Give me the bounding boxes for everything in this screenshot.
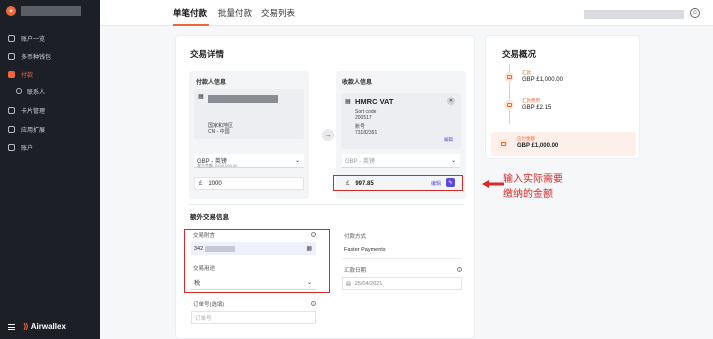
sent-label: 汇款 xyxy=(522,70,531,75)
payer-currency-select[interactable]: GBP - 英镑 我方余额: £100,000.00 ⌄ xyxy=(194,154,304,168)
tab-transaction-list[interactable]: 交易列表 xyxy=(261,7,295,19)
payment-method-value: Faster Payments xyxy=(344,247,386,253)
sidebar-item-label: 卡片管理 xyxy=(21,108,46,115)
main-area: 单笔付款 批量付款 交易列表 ☺ 交易详情 付款人信息 ▦ 国家和地区 CN -… xyxy=(100,0,713,339)
org-logo-icon: ✦ xyxy=(6,6,16,16)
currency-symbol: £ xyxy=(199,180,203,187)
account-switcher[interactable]: ✦ xyxy=(6,6,81,16)
highlight-amount-box xyxy=(333,175,463,191)
total-label: 应付金额 xyxy=(517,136,535,141)
avatar-icon[interactable]: ☺ xyxy=(690,8,700,18)
order-label: 订单号(选填) xyxy=(193,302,225,308)
fee-label: 汇款费用 xyxy=(522,98,540,103)
payee-title: 收款人信息 xyxy=(342,80,373,86)
transaction-overview-card: 交易概况 汇款 GBP £1,000.00 汇款费用 GBP £2.15 应付金… xyxy=(485,35,640,159)
total-value: GBP £1,000.00 xyxy=(517,143,559,149)
tab-batch-payment[interactable]: 批量付款 xyxy=(218,7,252,19)
sidebar-item-wallet[interactable]: 多币种钱包 xyxy=(8,50,51,62)
transaction-details-card: 交易详情 付款人信息 ▦ 国家和地区 CN - 中国 GBP - 英镑 我方余额… xyxy=(175,35,475,339)
sent-value: GBP £1,000.00 xyxy=(522,77,563,83)
highlight-extra-fields xyxy=(184,229,330,293)
info-icon: i xyxy=(457,267,462,272)
total-icon xyxy=(498,139,508,149)
sidebar-item-overview[interactable]: 账户一览 xyxy=(8,32,45,44)
active-tab-indicator xyxy=(173,24,209,26)
payer-amount-input[interactable]: £ 1000 xyxy=(194,177,304,190)
calendar-icon: ▤ xyxy=(346,280,351,287)
sidebar-item-account[interactable]: 账户 xyxy=(8,141,33,153)
payer-country-value: CN - 中国 xyxy=(208,129,230,135)
payee-currency-value: GBP - 英镑 xyxy=(345,159,375,165)
brand-name: Airwallex xyxy=(30,322,66,331)
wallet-icon xyxy=(8,52,15,60)
chevron-down-icon: ⌄ xyxy=(450,158,456,164)
annotation-line-1: 输入实际需要 xyxy=(503,174,563,185)
user-name-redacted xyxy=(584,10,684,19)
total-box: 应付金额 GBP £1,000.00 xyxy=(491,132,636,156)
sidebar-item-contacts[interactable]: 联系人 xyxy=(16,85,45,97)
date-label: 汇款日期 xyxy=(344,268,367,274)
fee-value: GBP £2.15 xyxy=(522,105,552,111)
annotation-arrow-icon xyxy=(482,180,504,188)
chevron-down-icon: ⌄ xyxy=(294,158,300,164)
order-input[interactable]: 订单号 xyxy=(191,311,316,324)
card-icon xyxy=(8,106,15,114)
payment-method-label: 付款方式 xyxy=(344,234,367,240)
sent-icon xyxy=(504,72,514,82)
sort-code-value: 200517 xyxy=(355,115,372,121)
airwallex-logo-icon: ⟫ xyxy=(23,322,29,331)
sidebar-item-label: 付款 xyxy=(21,72,34,79)
account-icon xyxy=(8,143,15,151)
sidebar-item-label: 应用扩展 xyxy=(21,127,46,134)
info-icon: i xyxy=(311,301,316,306)
fee-icon xyxy=(504,100,514,110)
bank-icon: ▦ xyxy=(345,99,351,105)
order-placeholder: 订单号 xyxy=(195,315,212,322)
sidebar-item-label: 联系人 xyxy=(27,89,46,96)
payer-panel: 付款人信息 ▦ 国家和地区 CN - 中国 GBP - 英镑 我方余额: £10… xyxy=(189,71,309,199)
org-name-redacted xyxy=(21,6,81,16)
payer-title: 付款人信息 xyxy=(196,80,227,86)
bank-icon: ▦ xyxy=(198,94,204,100)
sidebar-footer: ⟫ Airwallex xyxy=(8,322,66,331)
sidebar: ✦ 账户一览 多币种钱包 付款 联系人 卡片管理 应用扩展 账户 ⟫ Airwa… xyxy=(0,0,100,339)
menu-icon[interactable] xyxy=(8,323,15,330)
tab-single-payment[interactable]: 单笔付款 xyxy=(173,7,207,19)
sidebar-item-label: 多币种钱包 xyxy=(21,54,52,61)
contacts-icon xyxy=(16,88,22,94)
overview-title: 交易概况 xyxy=(502,49,537,59)
payer-account-card: ▦ 国家和地区 CN - 中国 xyxy=(194,89,304,139)
payee-account-card: ▦ HMRC VAT ✕ Sort code 200517 账号 7318239… xyxy=(341,93,461,149)
date-value: 25/04/2021 xyxy=(354,280,383,287)
date-input[interactable]: ▤ 25/04/2021 xyxy=(342,277,462,290)
arrow-right-icon: → xyxy=(322,129,334,141)
payer-amount-value: 1000 xyxy=(208,180,222,187)
payee-currency-select[interactable]: GBP - 英镑 ⌄ xyxy=(342,154,460,168)
home-icon xyxy=(8,34,15,42)
apps-icon xyxy=(8,125,15,133)
sidebar-item-label: 账户 xyxy=(21,145,34,152)
extra-title: 额外交易信息 xyxy=(190,214,229,221)
details-title: 交易详情 xyxy=(190,49,225,59)
annotation-line-2: 缴纳的金额 xyxy=(503,189,553,200)
sidebar-item-label: 账户一览 xyxy=(21,36,46,43)
sidebar-item-payments[interactable]: 付款 xyxy=(8,68,33,80)
close-icon[interactable]: ✕ xyxy=(447,97,455,105)
sidebar-item-apps[interactable]: 应用扩展 xyxy=(8,123,45,135)
payee-edit-link[interactable]: 编辑 xyxy=(444,137,453,143)
payee-name: HMRC VAT xyxy=(355,97,394,106)
account-number-value: 73182391 xyxy=(355,130,378,136)
top-bar: 单笔付款 批量付款 交易列表 ☺ xyxy=(100,0,713,26)
payer-name-redacted xyxy=(208,95,278,103)
divider xyxy=(342,258,462,259)
payments-icon xyxy=(8,70,15,78)
divider xyxy=(189,204,464,205)
payer-balance-note: 我方余额: £100,000.00 xyxy=(197,163,238,168)
sidebar-item-cards[interactable]: 卡片管理 xyxy=(8,104,45,116)
